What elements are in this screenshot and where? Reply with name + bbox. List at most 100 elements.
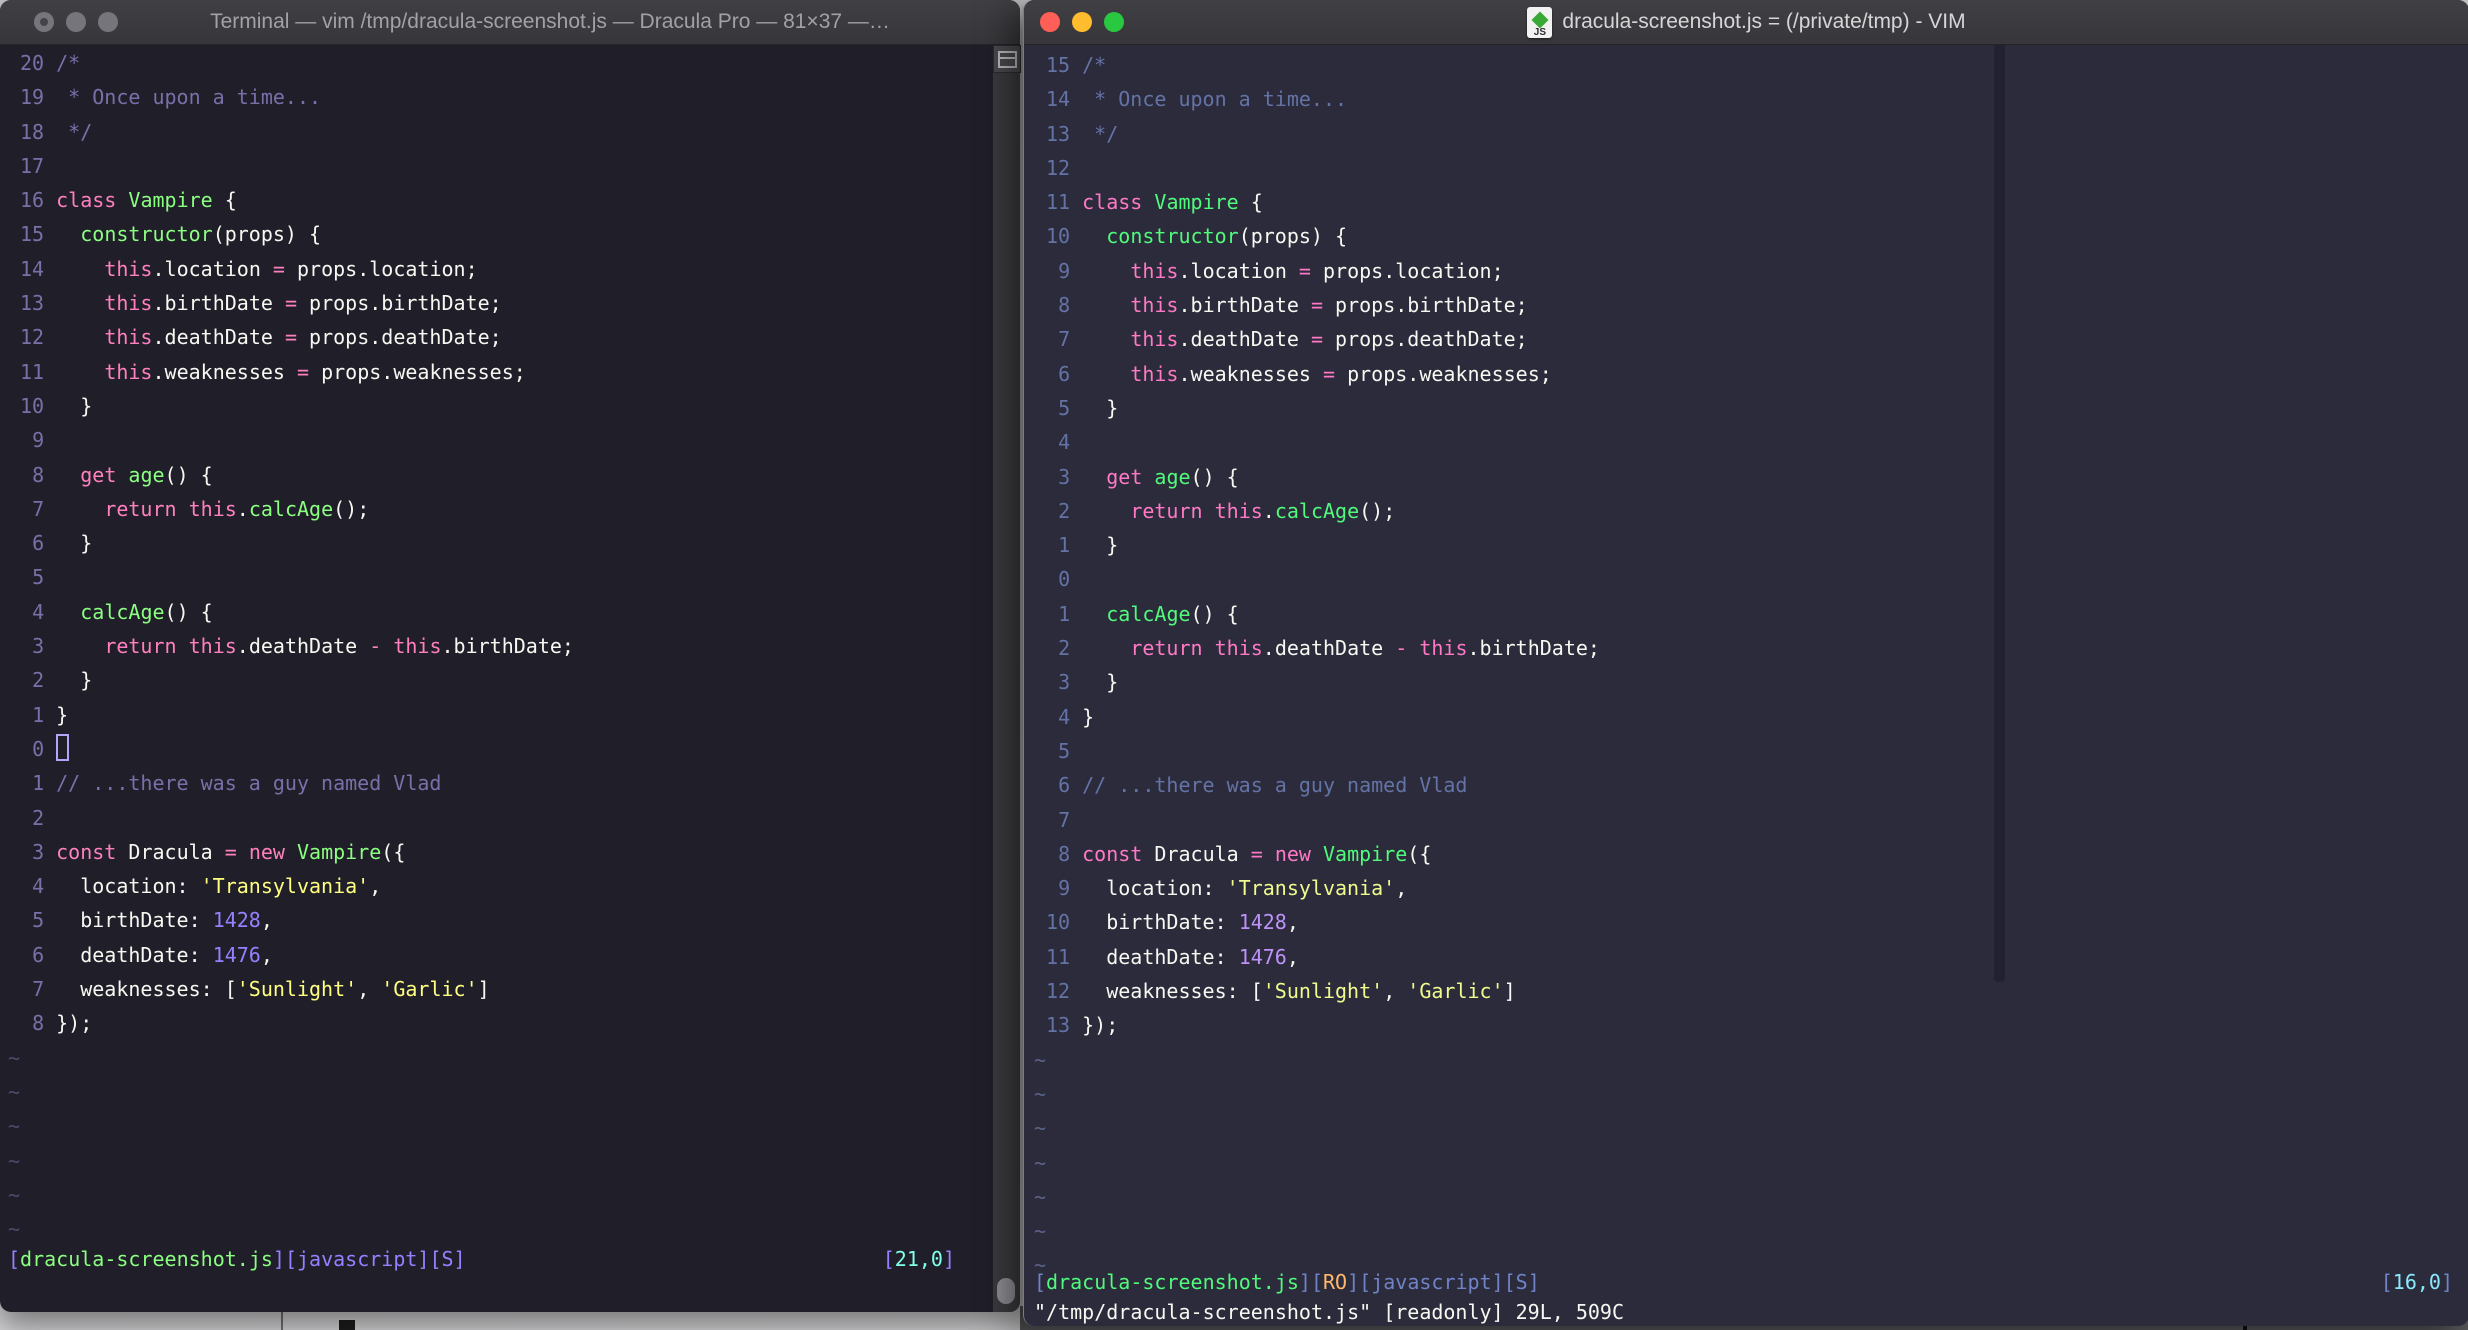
code-row[interactable]: 11 this.weaknesses = props.weaknesses; (8, 355, 574, 389)
code-row[interactable]: 12 this.deathDate = props.deathDate; (8, 320, 574, 354)
statusline-file-info: [dracula-screenshot.js][javascript][S] (8, 1247, 466, 1271)
code-row[interactable]: 3 } (1034, 665, 1600, 699)
code-row[interactable]: 4} (1034, 700, 1600, 734)
close-button[interactable] (34, 12, 54, 32)
code-row[interactable]: 3 const Dracula = new Vampire({ (8, 835, 574, 869)
scrollbar-thumb[interactable] (997, 1278, 1015, 1304)
code-row[interactable]: 6// ...there was a guy named Vlad (1034, 768, 1600, 802)
tilde-row: ~ (8, 1114, 21, 1139)
code-row[interactable]: 4 calcAge() { (8, 595, 574, 629)
code-row[interactable]: 1 calcAge() { (1034, 597, 1600, 631)
line-number: 5 (32, 908, 45, 933)
code-row[interactable]: 10 constructor(props) { (1034, 219, 1600, 253)
line-number: 15 (1046, 53, 1071, 77)
code-row[interactable]: 11 deathDate: 1476, (1034, 940, 1600, 974)
code-row[interactable]: 8 this.birthDate = props.birthDate; (1034, 288, 1600, 322)
titlebar-center: JS dracula-screenshot.js = (/private/tmp… (1024, 0, 2468, 44)
code-row[interactable]: 9 location: 'Transylvania', (1034, 871, 1600, 905)
code-row[interactable]: 5 (8, 560, 574, 594)
code-row[interactable]: 0 (8, 732, 574, 766)
code-row[interactable]: 4 (1034, 425, 1600, 459)
line-number: 4 (32, 874, 45, 899)
code-row[interactable]: 13}); (1034, 1008, 1600, 1042)
vim-diamond-icon (1531, 11, 1549, 28)
code-row[interactable]: 9 (8, 423, 574, 457)
doc-icon-js-label: JS (1533, 26, 1546, 38)
code-row[interactable]: 10 } (8, 389, 574, 423)
code-row[interactable]: 7 this.deathDate = props.deathDate; (1034, 322, 1600, 356)
code-row[interactable]: 19 * Once upon a time... (8, 80, 574, 114)
line-number: 20 (20, 51, 45, 75)
code-row[interactable]: 15/* (1034, 48, 1600, 82)
code-row[interactable]: 2 return this.calcAge(); (1034, 494, 1600, 528)
line-number: 13 (1046, 121, 1071, 146)
minimize-button[interactable] (66, 12, 86, 32)
macvim-titlebar[interactable]: JS dracula-screenshot.js = (/private/tmp… (1024, 0, 2468, 45)
code-row[interactable]: 17 (8, 149, 574, 183)
line-number: 13 (1046, 1013, 1071, 1038)
code-row[interactable]: 1// ...there was a guy named Vlad (8, 766, 574, 800)
code-row[interactable]: 8 get age() { (8, 458, 574, 492)
tilde-row: ~ (8, 1079, 21, 1104)
line-number: 2 (32, 805, 45, 830)
code-row[interactable]: 1} (8, 698, 574, 732)
code-row[interactable]: 13 */ (1034, 117, 1600, 151)
macvim-buffer[interactable]: 15/* 14 * Once upon a time... 13 */ 12 11 cla… (1034, 48, 1600, 1283)
terminal-vim-statusline: [dracula-screenshot.js][javascript][S] [… (8, 1247, 955, 1271)
code-row[interactable]: 18 */ (8, 115, 574, 149)
background-window-content (339, 1320, 355, 1330)
code-row[interactable]: 15 constructor(props) { (8, 217, 574, 251)
code-row[interactable]: 8}); (8, 1006, 574, 1040)
code-row[interactable]: 6 } (8, 526, 574, 560)
line-number: 6 (1058, 361, 1071, 386)
tilde-row: ~ (1034, 1116, 1047, 1141)
code-row[interactable]: 16 class Vampire { (8, 183, 574, 217)
code-row[interactable]: 11 class Vampire { (1034, 185, 1600, 219)
line-number: 4 (32, 599, 45, 624)
code-row[interactable]: 7 return this.calcAge(); (8, 492, 574, 526)
line-number: 10 (1046, 910, 1071, 935)
terminal-titlebar[interactable]: Terminal — vim /tmp/dracula-screenshot.j… (0, 0, 1020, 45)
tilde-row: ~ (8, 1148, 21, 1173)
code-row[interactable]: 5 birthDate: 1428, (8, 903, 574, 937)
code-row[interactable]: 6 this.weaknesses = props.weaknesses; (1034, 357, 1600, 391)
line-number: 5 (32, 565, 45, 590)
code-row[interactable]: 14 * Once upon a time... (1034, 82, 1600, 116)
document-icon[interactable]: JS (1527, 6, 1553, 38)
code-row[interactable]: 3 return this.deathDate - this.birthDate… (8, 629, 574, 663)
code-row[interactable]: 3 get age() { (1034, 460, 1600, 494)
code-row[interactable]: 5 } (1034, 391, 1600, 425)
line-number: 1 (32, 771, 45, 796)
code-row[interactable]: 20/* (8, 46, 574, 80)
code-row[interactable]: 13 this.birthDate = props.birthDate; (8, 286, 574, 320)
line-number: 2 (32, 668, 45, 693)
code-row[interactable]: 7 (1034, 803, 1600, 837)
code-row[interactable]: 2 (8, 801, 574, 835)
macvim-scrollbar-thumb[interactable] (1994, 44, 2005, 982)
code-row[interactable]: 8 const Dracula = new Vampire({ (1034, 837, 1600, 871)
split-panes-icon (997, 50, 1017, 68)
line-number: 6 (32, 531, 45, 556)
terminal-vim-buffer[interactable]: 20/* 19 * Once upon a time... 18 */17 16 cla… (8, 46, 574, 1246)
tilde-row: ~ (1034, 1047, 1047, 1072)
code-row[interactable]: 6 deathDate: 1476, (8, 938, 574, 972)
code-row[interactable]: 9 this.location = props.location; (1034, 254, 1600, 288)
line-number: 16 (20, 188, 45, 213)
line-number: 14 (1046, 87, 1071, 112)
code-row[interactable]: 5 (1034, 734, 1600, 768)
code-row[interactable]: 2 return this.deathDate - this.birthDate… (1034, 631, 1600, 665)
line-number: 12 (1046, 155, 1071, 180)
code-row[interactable]: 10 birthDate: 1428, (1034, 905, 1600, 939)
code-row[interactable]: 1 } (1034, 528, 1600, 562)
code-row[interactable]: 4 location: 'Transylvania', (8, 869, 574, 903)
code-row[interactable]: 2 } (8, 663, 574, 697)
split-pane-button[interactable] (993, 45, 1021, 73)
code-row[interactable]: 12 (1034, 151, 1600, 185)
code-row[interactable]: 0 (1034, 562, 1600, 596)
line-number: 6 (1058, 773, 1071, 798)
zoom-button[interactable] (98, 12, 118, 32)
code-row[interactable]: 12 weaknesses: ['Sunlight', 'Garlic'] (1034, 974, 1600, 1008)
code-row[interactable]: 7 weaknesses: ['Sunlight', 'Garlic'] (8, 972, 574, 1006)
code-row[interactable]: 14 this.location = props.location; (8, 252, 574, 286)
terminal-scrollbar[interactable] (993, 45, 1021, 1312)
